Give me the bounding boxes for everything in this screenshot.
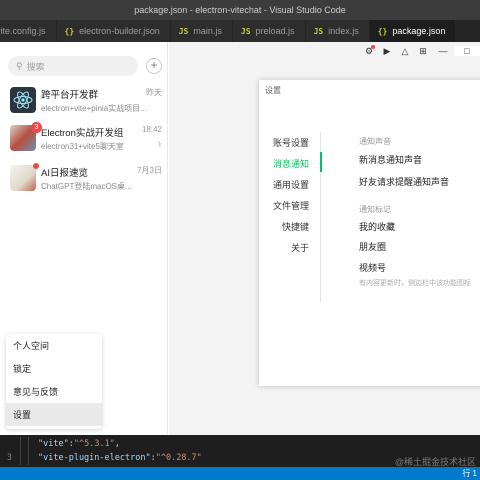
chat-name: 跨平台开发群 (41, 90, 99, 101)
chat-preview: electron31+vite5聊天室 (41, 142, 124, 151)
chat-time: 昨天 (146, 88, 162, 97)
menu-item-lock[interactable]: 锁定 (6, 357, 102, 380)
screen: package.json - electron-vitechat - Visua… (0, 0, 480, 480)
search-row: ⚲ 搜索 + (8, 56, 164, 76)
chat-time: 18:42 (141, 125, 162, 134)
tab-electron-builder[interactable]: {} electron-builder.json (56, 20, 171, 42)
js-file-icon: JS (178, 26, 189, 36)
nav-notifications[interactable]: 消息通知 (259, 153, 321, 174)
json-key: "vite" (38, 439, 69, 449)
js-file-icon: JS (313, 26, 324, 36)
window-toolbar: ⚙ ▶ △ ⊞ — □ (360, 42, 480, 60)
mute-bell-icon: ⚕ (157, 140, 162, 149)
popup-menu: 个人空间 锁定 意见与反馈 设置 (6, 334, 102, 429)
grid-icon[interactable]: ⊞ (414, 46, 432, 57)
menu-item-personal-space[interactable]: 个人空间 (6, 334, 102, 357)
tab-label: preload.js (255, 26, 295, 36)
search-input[interactable]: ⚲ 搜索 (8, 56, 138, 76)
chat-item-ai-daily[interactable]: AI日报速览 7月3日 ChatGPT登陆macOS桌... (8, 162, 166, 202)
option-favorites[interactable]: 我的收藏 (359, 220, 395, 233)
chat-app-window: ⚲ 搜索 + 跨平台开发群 昨天 electron+vite+pinia实战项目… (0, 42, 480, 435)
chat-content-area: ⚙ ▶ △ ⊞ — □ 设置 账号设置 消息通知 通用设置 文件管理 快捷键 关… (169, 42, 480, 435)
curly-braces-icon: {} (377, 26, 388, 36)
option-moments[interactable]: 朋友圈 (359, 240, 386, 253)
tab-label: package.json (392, 26, 446, 36)
editor-tab-strip: vite.config.js {} electron-builder.json … (0, 20, 480, 42)
maximize-icon[interactable]: □ (454, 46, 480, 56)
tab-package-json[interactable]: {} package.json (369, 20, 457, 42)
section-header-badge: 通知标记 (359, 205, 391, 214)
json-value: "^5.3.1" (73, 439, 115, 449)
search-placeholder: 搜索 (26, 61, 45, 72)
avatar (10, 165, 36, 191)
option-new-message-sound[interactable]: 新消息通知声音 (359, 153, 422, 166)
menu-item-settings[interactable]: 设置 (6, 403, 102, 426)
play-circle-icon[interactable]: ▶ (378, 46, 396, 57)
nav-about[interactable]: 关于 (259, 237, 321, 258)
chat-name: Electron实战开发组 (41, 128, 124, 139)
json-comma: , (114, 439, 120, 449)
chat-item-cross-platform[interactable]: 跨平台开发群 昨天 electron+vite+pinia实战项目... (8, 84, 166, 124)
window-title-bar: package.json - electron-vitechat - Visua… (0, 0, 480, 20)
tab-index-js[interactable]: JS index.js (305, 20, 370, 42)
tab-vite-config[interactable]: vite.config.js (0, 20, 57, 42)
add-button[interactable]: + (146, 58, 162, 74)
code-line: "vite" : "^5.3.1" , (0, 437, 480, 451)
chat-name: AI日报速览 (41, 168, 88, 179)
cursor-position[interactable]: 行 1 (462, 468, 477, 479)
tab-label: index.js (328, 26, 359, 36)
curly-braces-icon: {} (64, 26, 75, 36)
chat-item-electron-group[interactable]: 3 Electron实战开发组 18:42 electron31+vite5聊天… (8, 122, 166, 162)
tab-label: vite.config.js (0, 26, 46, 36)
minimize-icon[interactable]: — (432, 46, 454, 56)
chat-preview: ChatGPT登陆macOS桌... (41, 182, 132, 191)
section-header-sound: 通知声音 (359, 137, 391, 146)
chat-time: 7月3日 (137, 166, 162, 175)
tab-main-js[interactable]: JS main.js (170, 20, 233, 42)
unread-dot (33, 163, 39, 169)
menu-item-feedback[interactable]: 意见与反馈 (6, 380, 102, 403)
settings-nav: 账号设置 消息通知 通用设置 文件管理 快捷键 关于 (259, 132, 321, 258)
window-title: package.json - electron-vitechat - Visua… (134, 5, 346, 15)
option-channels[interactable]: 视频号 (359, 261, 386, 274)
indent-guide (20, 451, 21, 465)
chat-list-pane: ⚲ 搜索 + 跨平台开发群 昨天 electron+vite+pinia实战项目… (2, 42, 168, 435)
status-bar: 行 1 (0, 467, 480, 480)
active-nav-indicator (320, 152, 322, 172)
option-friend-request-sound[interactable]: 好友请求提醒通知声音 (359, 175, 449, 188)
nav-general[interactable]: 通用设置 (259, 174, 321, 195)
json-key: "vite-plugin-electron" (38, 453, 151, 463)
json-value: "^0.28.7" (155, 453, 202, 463)
line-number: 3 (6, 453, 12, 463)
tab-label: main.js (193, 26, 222, 36)
shirt-icon[interactable]: △ (396, 46, 414, 57)
indent-guide (28, 437, 29, 451)
nav-files[interactable]: 文件管理 (259, 195, 321, 216)
search-icon: ⚲ (16, 60, 23, 71)
notification-dot (371, 44, 375, 49)
electron-logo-icon (13, 91, 33, 109)
indent-guide (28, 451, 29, 465)
settings-dialog: 设置 账号设置 消息通知 通用设置 文件管理 快捷键 关于 通知声音 新消息通知… (259, 80, 480, 386)
avatar (10, 87, 36, 113)
tab-preload-js[interactable]: JS preload.js (232, 20, 306, 42)
chat-preview: electron+vite+pinia实战项目... (41, 104, 147, 113)
settings-gear-icon[interactable]: ⚙ (360, 44, 378, 57)
indent-guide (20, 437, 21, 451)
nav-shortcuts[interactable]: 快捷键 (259, 216, 321, 237)
js-file-icon: JS (240, 26, 251, 36)
option-hint: 有内容更新时，侧边栏中该功能图标 (359, 280, 471, 287)
nav-account[interactable]: 账号设置 (259, 132, 321, 153)
code-editor[interactable]: "vite" : "^5.3.1" , 3 "vite-plugin-elect… (0, 435, 480, 467)
dialog-title: 设置 (265, 86, 281, 95)
tab-label: electron-builder.json (79, 26, 160, 36)
